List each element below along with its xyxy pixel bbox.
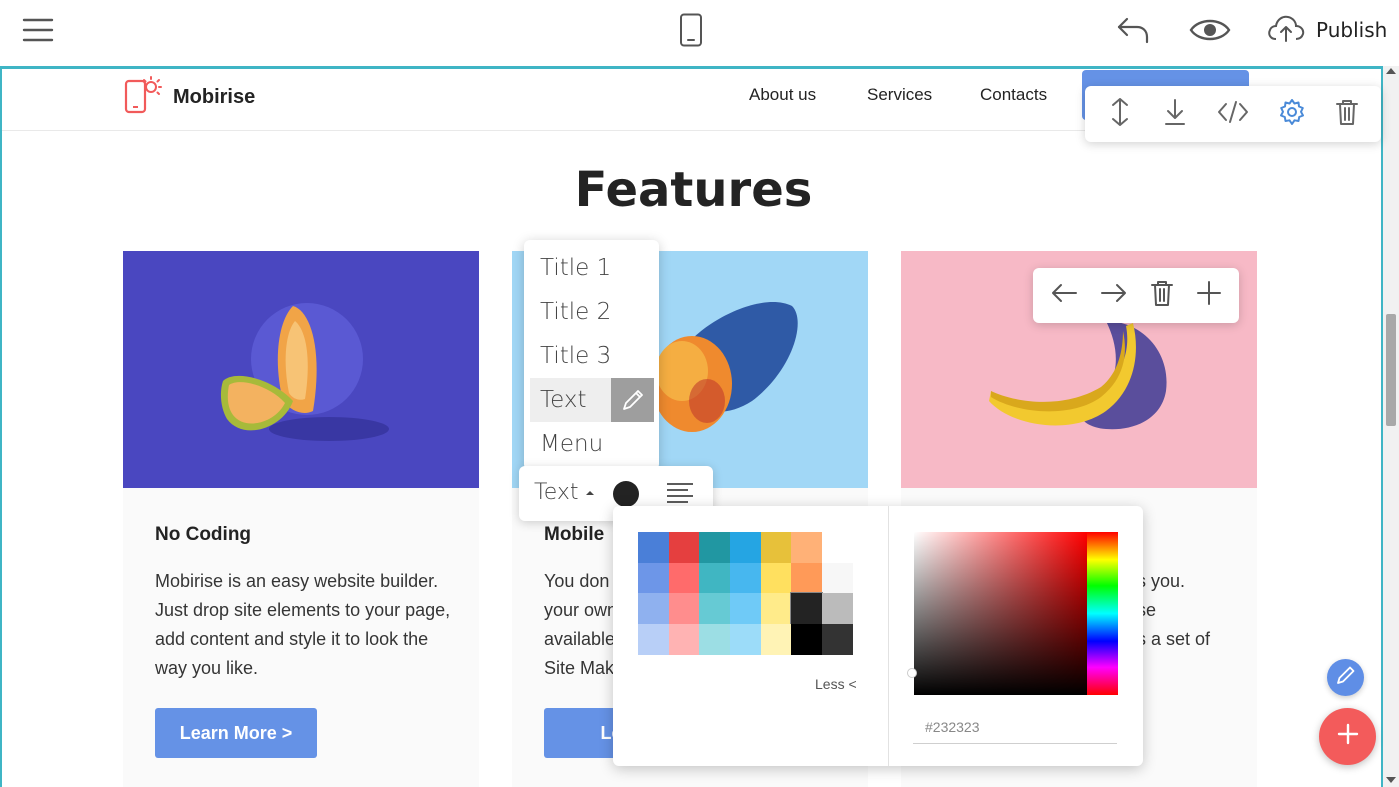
text-style-label: Text bbox=[534, 480, 579, 505]
scroll-down-arrow-icon[interactable] bbox=[1386, 777, 1396, 783]
color-swatch[interactable] bbox=[699, 624, 731, 655]
card-text[interactable]: Mobirise is an easy website builder. Jus… bbox=[155, 567, 455, 683]
card-title[interactable]: No Coding bbox=[155, 524, 251, 546]
color-swatch[interactable] bbox=[760, 532, 792, 563]
color-swatch[interactable] bbox=[822, 624, 853, 655]
color-swatch[interactable] bbox=[730, 562, 761, 594]
nav-link-about[interactable]: About us bbox=[749, 85, 816, 105]
style-option-title-3[interactable]: Title 3 bbox=[530, 334, 653, 378]
code-editor-icon[interactable] bbox=[1216, 99, 1250, 130]
style-option-title-1[interactable]: Title 1 bbox=[530, 246, 653, 290]
publish-button[interactable]: Publish bbox=[1266, 10, 1387, 50]
preview-eye-icon[interactable] bbox=[1188, 10, 1232, 50]
save-block-icon[interactable] bbox=[1162, 97, 1188, 132]
color-swatch[interactable] bbox=[730, 532, 761, 563]
card-text-line: s a set of bbox=[1137, 629, 1211, 649]
color-swatch[interactable] bbox=[638, 593, 669, 625]
color-swatch[interactable] bbox=[791, 562, 823, 594]
features-title[interactable]: Features bbox=[2, 162, 1381, 218]
card-text-line: se bbox=[1137, 600, 1157, 620]
mobile-preview-icon[interactable] bbox=[678, 10, 704, 50]
move-right-arrow-icon[interactable] bbox=[1100, 282, 1128, 309]
align-text-icon[interactable] bbox=[666, 482, 694, 509]
color-swatch[interactable] bbox=[822, 593, 853, 625]
color-swatch[interactable] bbox=[638, 624, 669, 655]
feature-card-1: No Coding Mobirise is an easy website bu… bbox=[123, 251, 479, 787]
color-swatch[interactable] bbox=[699, 532, 731, 563]
nav-link-contacts[interactable]: Contacts bbox=[980, 85, 1047, 105]
color-swatch[interactable] bbox=[668, 562, 700, 594]
scrollbar-thumb[interactable] bbox=[1386, 314, 1396, 426]
text-style-dropdown: Title 1 Title 2 Title 3 Text Menu bbox=[524, 240, 659, 470]
publish-label: Publish bbox=[1316, 18, 1388, 42]
color-picker-popup: Less < bbox=[613, 506, 1143, 766]
color-swatch[interactable] bbox=[638, 532, 669, 563]
color-swatch bbox=[822, 532, 853, 563]
color-swatch[interactable] bbox=[760, 593, 792, 625]
color-swatch-grid bbox=[638, 532, 853, 655]
saturation-handle[interactable] bbox=[907, 668, 917, 678]
style-option-title-2[interactable]: Title 2 bbox=[530, 290, 653, 334]
picker-divider bbox=[888, 506, 889, 766]
text-style-selector[interactable]: Text bbox=[534, 480, 595, 505]
hex-color-input[interactable] bbox=[913, 710, 1117, 744]
vertical-scrollbar[interactable] bbox=[1383, 66, 1399, 787]
editor-topbar: Publish bbox=[0, 0, 1399, 66]
color-swatch[interactable] bbox=[760, 562, 792, 594]
text-color-swatch-icon[interactable] bbox=[613, 481, 639, 507]
saturation-field[interactable] bbox=[914, 532, 1087, 695]
color-swatch[interactable] bbox=[668, 593, 700, 625]
style-option-text[interactable]: Text bbox=[530, 378, 654, 422]
card-title[interactable]: Mobile bbox=[544, 524, 604, 546]
edit-mode-button[interactable] bbox=[1327, 659, 1364, 696]
less-colors-link[interactable]: Less < bbox=[815, 676, 857, 692]
color-swatch[interactable] bbox=[730, 593, 761, 625]
move-left-arrow-icon[interactable] bbox=[1050, 282, 1078, 309]
color-swatch[interactable] bbox=[668, 624, 700, 655]
color-swatch[interactable] bbox=[699, 593, 731, 625]
delete-block-trash-icon[interactable] bbox=[1335, 98, 1359, 131]
color-swatch[interactable] bbox=[730, 624, 761, 655]
color-swatch[interactable] bbox=[638, 562, 669, 594]
brand-name: Mobirise bbox=[173, 86, 256, 108]
color-swatch[interactable] bbox=[791, 532, 823, 563]
add-block-button[interactable] bbox=[1319, 708, 1376, 765]
move-block-icon[interactable] bbox=[1107, 97, 1133, 132]
cloud-upload-icon bbox=[1266, 13, 1306, 48]
caret-up-icon bbox=[585, 484, 595, 502]
card-image-melon[interactable] bbox=[123, 251, 479, 488]
delete-card-trash-icon[interactable] bbox=[1150, 279, 1174, 312]
learn-more-button[interactable]: Learn More > bbox=[155, 708, 317, 758]
nav-link-services[interactable]: Services bbox=[867, 85, 932, 105]
card-toolbar bbox=[1033, 268, 1239, 323]
pencil-icon bbox=[1335, 664, 1357, 691]
hue-slider[interactable] bbox=[1087, 532, 1118, 695]
color-swatch[interactable] bbox=[668, 532, 700, 563]
color-swatch[interactable] bbox=[699, 562, 731, 594]
color-swatch[interactable] bbox=[822, 562, 853, 594]
scroll-up-arrow-icon[interactable] bbox=[1386, 68, 1396, 74]
style-option-menu[interactable]: Menu bbox=[530, 422, 653, 466]
plus-icon bbox=[1336, 722, 1360, 751]
style-option-label: Text bbox=[540, 387, 587, 413]
block-settings-gear-icon[interactable] bbox=[1278, 98, 1306, 131]
color-swatch[interactable] bbox=[760, 624, 792, 655]
site-logo[interactable]: Mobirise bbox=[123, 74, 255, 121]
card-text[interactable]: s you. se s a set of bbox=[1137, 567, 1257, 654]
color-swatch[interactable] bbox=[791, 624, 823, 655]
mobirise-logo-icon bbox=[123, 74, 165, 121]
color-swatch[interactable] bbox=[790, 592, 824, 626]
add-card-plus-icon[interactable] bbox=[1196, 280, 1222, 311]
undo-icon[interactable] bbox=[1114, 10, 1152, 50]
hamburger-menu-icon[interactable] bbox=[20, 10, 56, 50]
block-toolbar bbox=[1085, 86, 1381, 142]
edit-style-pen-icon[interactable] bbox=[611, 378, 654, 422]
card-text-line: s you. bbox=[1137, 571, 1186, 591]
